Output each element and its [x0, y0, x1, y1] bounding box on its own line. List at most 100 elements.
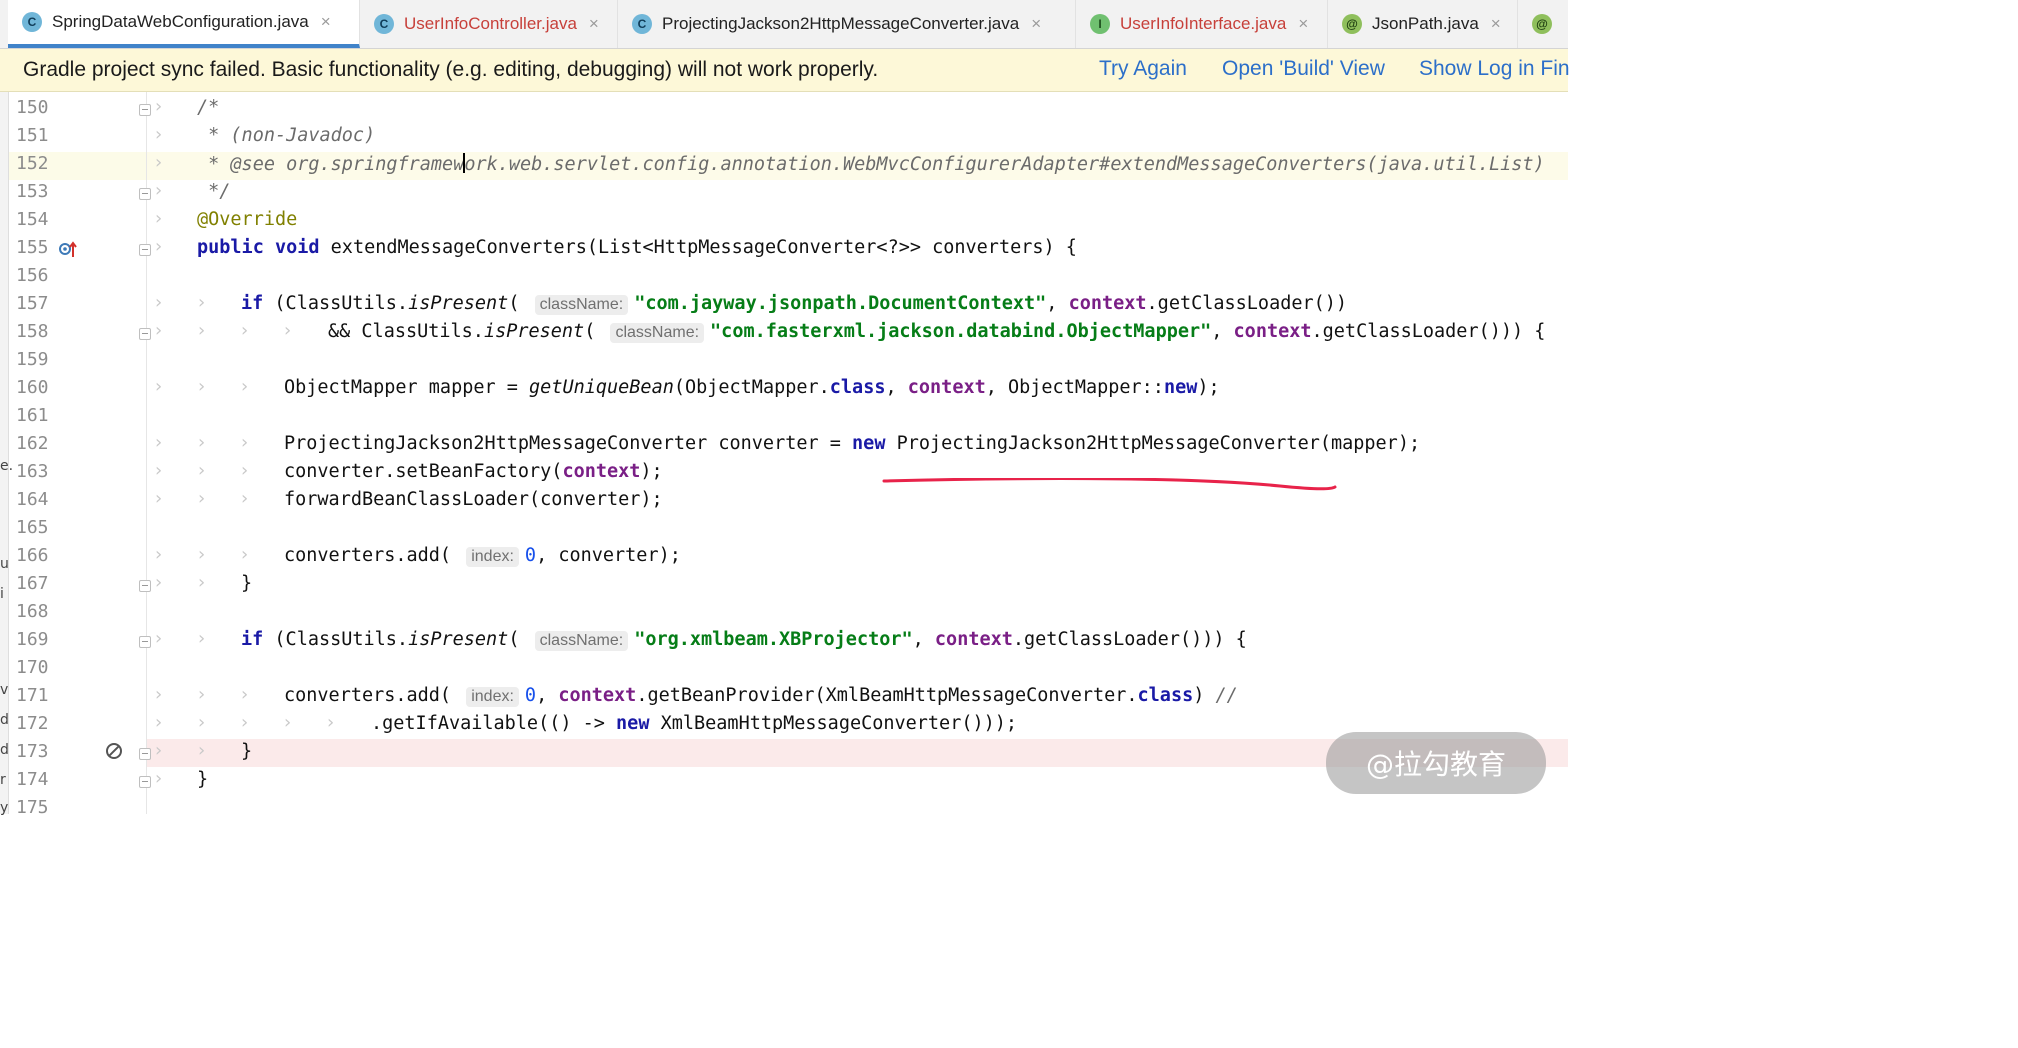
line-number[interactable]: 161 [16, 405, 56, 426]
text-caret [463, 153, 466, 173]
code-line[interactable]: converters.add( index: 0, converter); [284, 545, 681, 567]
editor-tab-bar: C SpringDataWebConfiguration.java × C Us… [0, 0, 1568, 49]
indent-guide-icon: › [155, 544, 163, 565]
indent-guide-icon: › [155, 208, 163, 229]
line-number[interactable]: 156 [16, 265, 56, 286]
line-number[interactable]: 164 [16, 489, 56, 510]
fold-toggle-icon[interactable] [139, 188, 151, 200]
code-line[interactable]: ProjectingJackson2HttpMessageConverter c… [284, 433, 1420, 454]
line-number[interactable]: 163 [16, 461, 56, 482]
line-number[interactable]: 157 [16, 293, 56, 314]
indent-guide-icon: › [155, 236, 163, 257]
fold-toggle-icon[interactable] [139, 636, 151, 648]
line-number[interactable]: 155 [16, 237, 56, 258]
line-number[interactable]: 154 [16, 209, 56, 230]
indent-guide-icon: › [241, 320, 249, 341]
indent-guide-icon: › [198, 460, 206, 481]
fold-toggle-icon[interactable] [139, 328, 151, 340]
line-number[interactable]: 171 [16, 685, 56, 706]
line-number[interactable]: 175 [16, 797, 56, 818]
open-build-view-link[interactable]: Open 'Build' View [1222, 57, 1385, 81]
gradle-sync-failed-banner: Gradle project sync failed. Basic functi… [0, 49, 1570, 92]
line-number[interactable]: 150 [16, 97, 56, 118]
side-fragment: i [0, 586, 4, 602]
line-number[interactable]: 170 [16, 657, 56, 678]
code-line[interactable]: public void extendMessageConverters(List… [197, 237, 1077, 258]
code-line[interactable]: && ClassUtils.isPresent( className: "com.… [328, 321, 1545, 343]
code-line[interactable]: if (ClassUtils.isPresent( className: "org… [241, 629, 1247, 651]
parameter-hint: className: [610, 323, 705, 343]
indent-guide-icon: › [284, 320, 292, 341]
code-line[interactable]: forwardBeanClassLoader(converter); [284, 489, 663, 510]
indent-guide-icon: › [241, 544, 249, 565]
tab-overflow[interactable]: @ [1518, 0, 1568, 48]
fold-toggle-icon[interactable] [139, 244, 151, 256]
tab-user-info-controller[interactable]: C UserInfoController.java × [360, 0, 618, 48]
line-number[interactable]: 151 [16, 125, 56, 146]
indent-guide-icon: › [241, 460, 249, 481]
line-number[interactable]: 152 [16, 153, 56, 174]
line-number[interactable]: 168 [16, 601, 56, 622]
line-number[interactable]: 160 [16, 377, 56, 398]
fold-toggle-icon[interactable] [139, 104, 151, 116]
indent-guide-icon: › [198, 572, 206, 593]
code-line[interactable]: ObjectMapper mapper = getUniqueBean(Obje… [284, 377, 1220, 398]
disabled-breakpoint-icon[interactable] [106, 743, 122, 759]
line-number[interactable]: 173 [16, 741, 56, 762]
indent-guide-icon: › [155, 768, 163, 789]
code-line[interactable]: * @see org.springframework.web.servlet.c… [197, 153, 1545, 175]
code-line[interactable]: if (ClassUtils.isPresent( className: "com… [241, 293, 1347, 315]
side-fragment: d [0, 712, 9, 728]
code-line[interactable]: * (non-Javadoc) [197, 125, 375, 146]
indent-guide-icon: › [198, 320, 206, 341]
overrides-method-icon[interactable] [58, 240, 78, 260]
line-number[interactable]: 158 [16, 321, 56, 342]
side-fragment: y [0, 800, 9, 816]
tab-user-info-interface[interactable]: I UserInfoInterface.java × [1076, 0, 1328, 48]
indent-guide-icon: › [155, 684, 163, 705]
line-number[interactable]: 166 [16, 545, 56, 566]
side-fragment: v [0, 682, 9, 698]
code-line[interactable]: */ [197, 181, 230, 202]
fold-toggle-icon[interactable] [139, 580, 151, 592]
line-number[interactable]: 169 [16, 629, 56, 650]
line-number[interactable]: 174 [16, 769, 56, 790]
parameter-hint: index: [466, 547, 519, 567]
close-icon[interactable]: × [1298, 14, 1308, 34]
close-icon[interactable]: × [1491, 14, 1501, 34]
code-line[interactable]: @Override [197, 209, 297, 230]
line-number[interactable]: 153 [16, 181, 56, 202]
tab-spring-data-web-configuration[interactable]: C SpringDataWebConfiguration.java × [8, 0, 360, 48]
line-number[interactable]: 172 [16, 713, 56, 734]
code-line[interactable]: } [241, 573, 252, 594]
code-line[interactable]: } [197, 769, 208, 790]
line-number[interactable]: 162 [16, 433, 56, 454]
fold-toggle-icon[interactable] [139, 748, 151, 760]
close-icon[interactable]: × [589, 14, 599, 34]
line-number[interactable]: 165 [16, 517, 56, 538]
close-icon[interactable]: × [321, 12, 331, 32]
code-line[interactable]: converter.setBeanFactory(context); [284, 461, 663, 482]
code-line[interactable]: } [241, 741, 252, 762]
tab-label: UserInfoInterface.java [1120, 14, 1287, 33]
class-icon: C [632, 14, 652, 34]
line-number[interactable]: 167 [16, 573, 56, 594]
try-again-link[interactable]: Try Again [1099, 57, 1187, 81]
close-icon[interactable]: × [1031, 14, 1041, 34]
code-line[interactable]: converters.add( index: 0, context.getBean… [284, 685, 1238, 707]
tab-projecting-jackson2-http-message-converter[interactable]: C ProjectingJackson2HttpMessageConverter… [618, 0, 1076, 48]
side-fragment: r [0, 772, 6, 788]
left-panel-edge [0, 92, 9, 814]
fold-toggle-icon[interactable] [139, 776, 151, 788]
class-icon: C [22, 12, 42, 32]
code-line[interactable]: .getIfAvailable(() -> new XmlBeamHttpMes… [371, 713, 1017, 734]
side-fragment: d [0, 742, 9, 758]
indent-guide-icon: › [198, 376, 206, 397]
watermark: @拉勾教育 [1326, 732, 1546, 794]
line-number[interactable]: 159 [16, 349, 56, 370]
code-line[interactable]: /* [197, 97, 219, 118]
side-fragment: e. [0, 458, 14, 474]
show-log-link[interactable]: Show Log in Fin [1419, 57, 1570, 81]
tab-json-path[interactable]: @ JsonPath.java × [1328, 0, 1518, 48]
indent-guide-icon: › [241, 376, 249, 397]
